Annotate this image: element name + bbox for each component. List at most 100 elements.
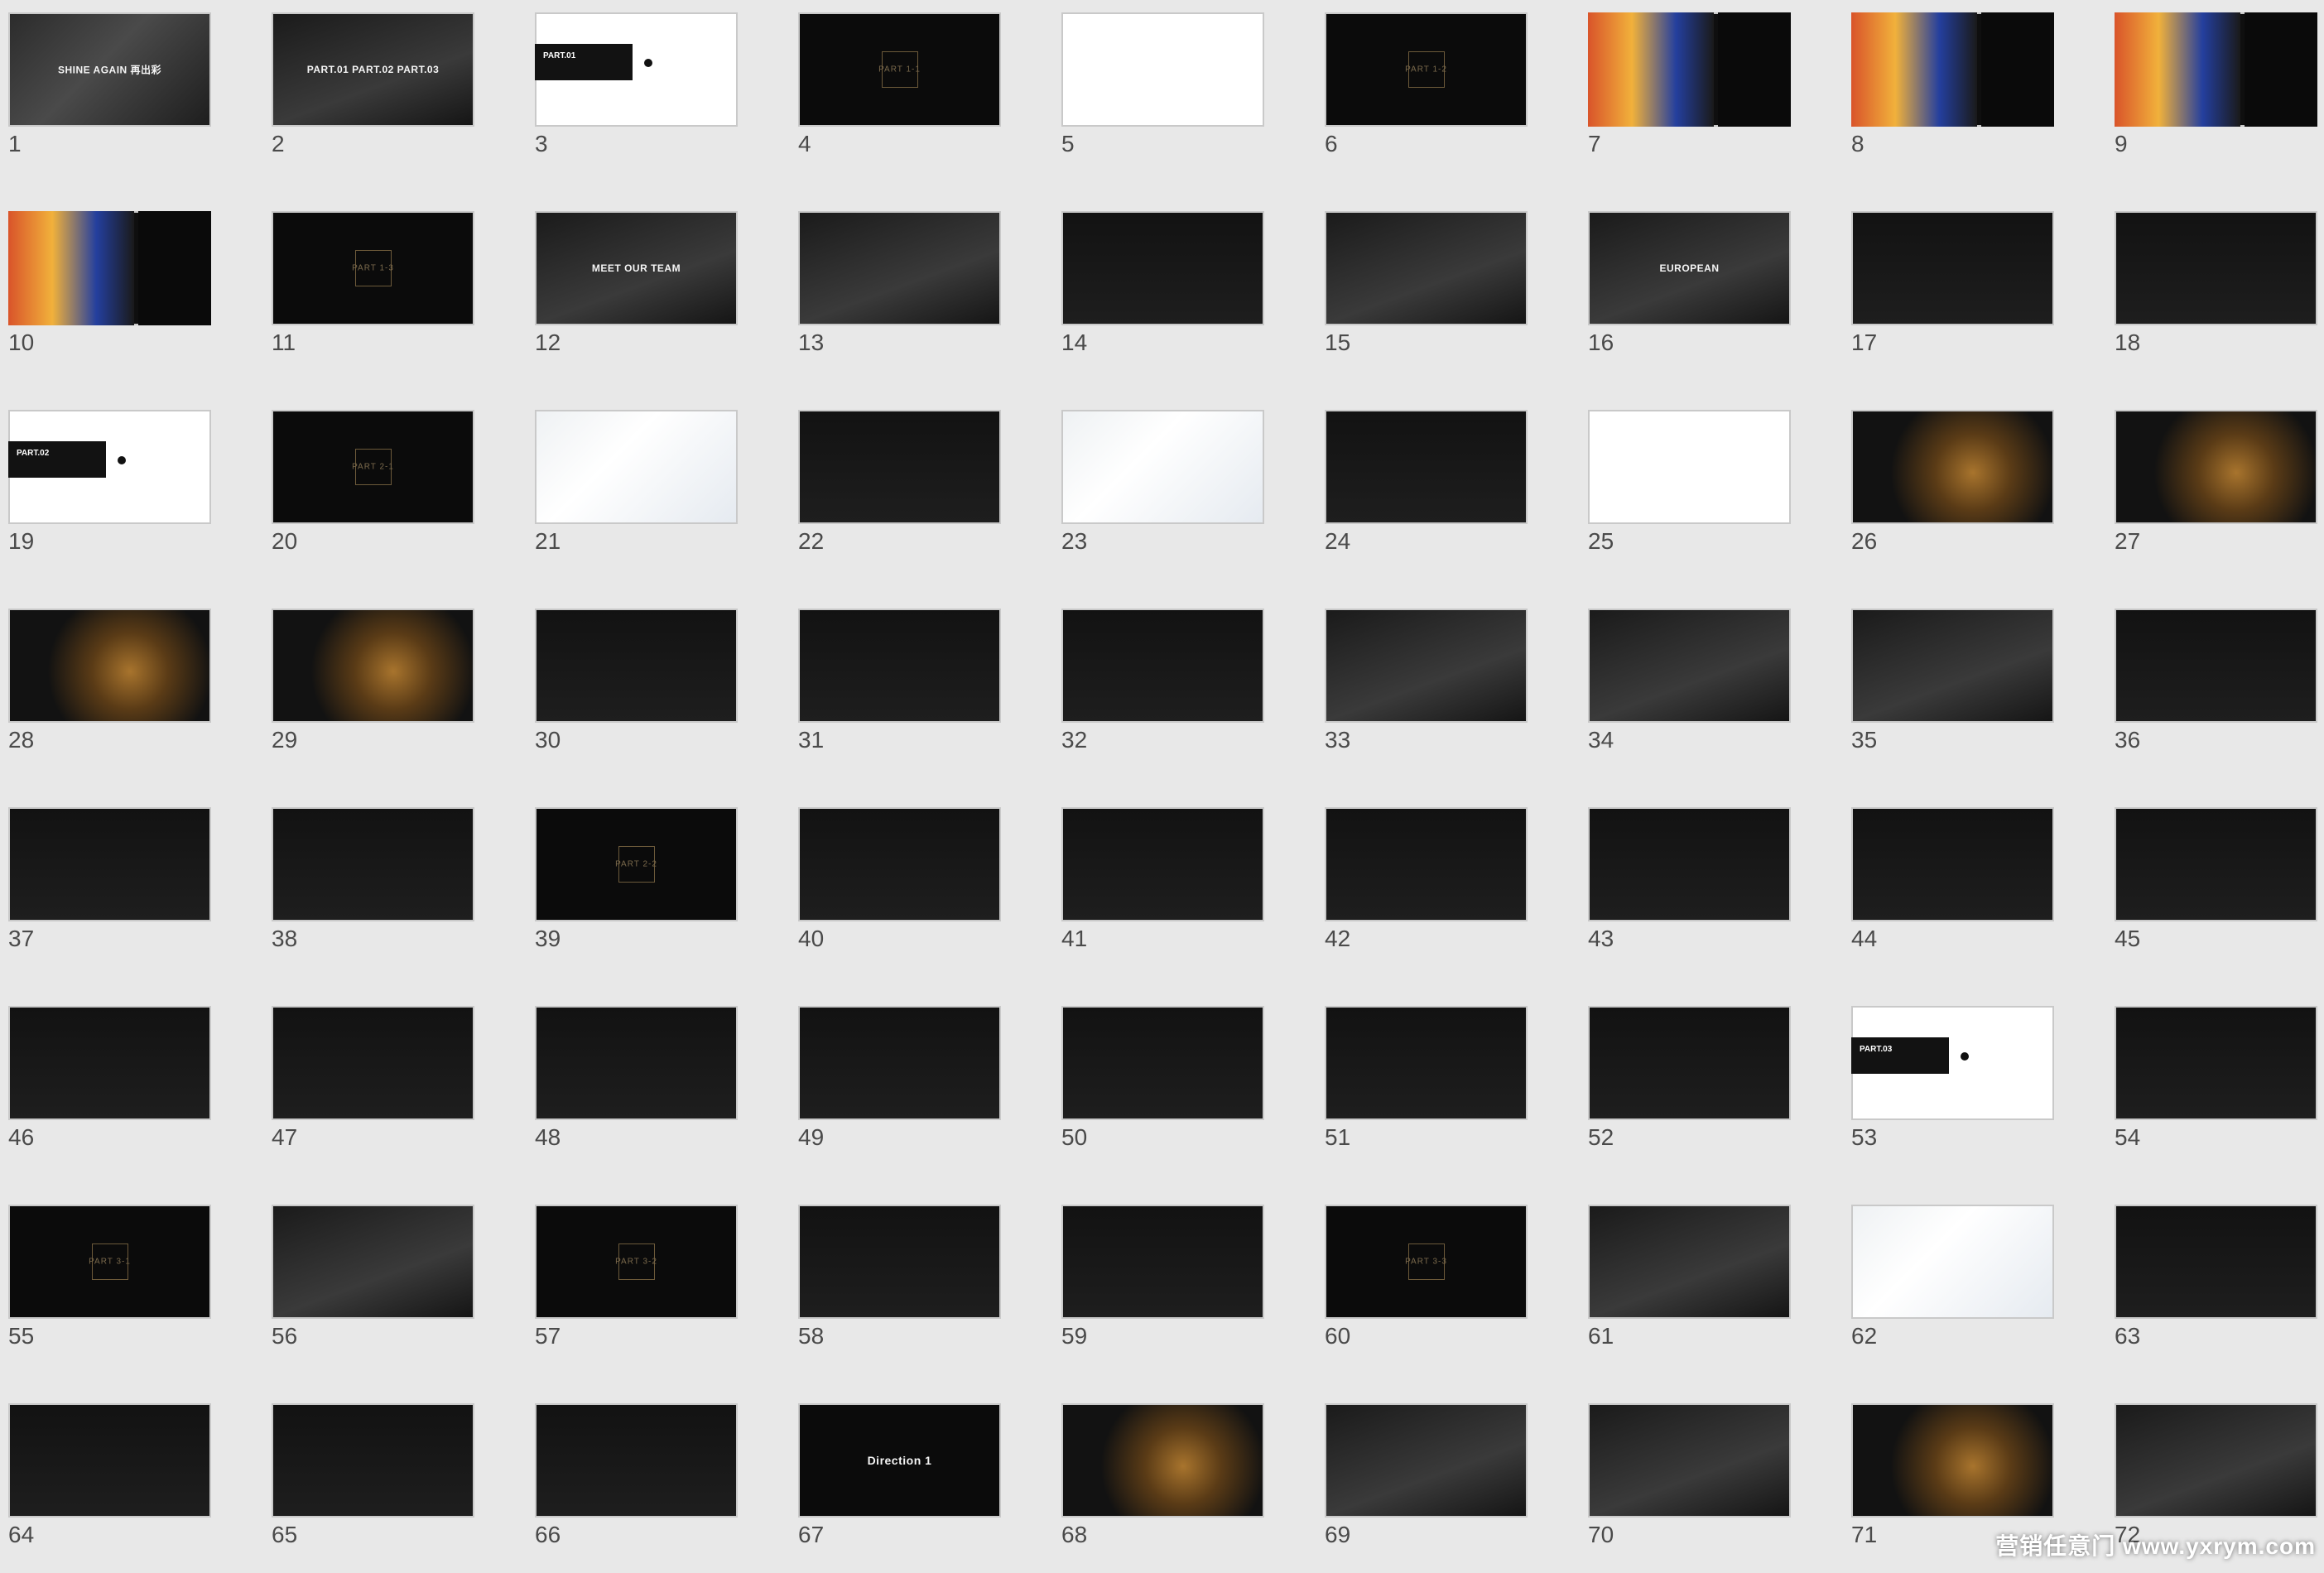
slide-preview[interactable]: PART 1-2 — [1325, 12, 1528, 127]
slide-preview[interactable] — [1061, 1403, 1264, 1518]
slide-preview[interactable] — [272, 1403, 474, 1518]
slide-preview[interactable] — [1588, 1403, 1791, 1518]
slide-thumbnail-50[interactable]: 50 — [1053, 993, 1264, 1176]
slide-preview[interactable]: PART.01 PART.02 PART.03 — [272, 12, 474, 127]
slide-preview[interactable] — [1588, 12, 1791, 127]
slide-preview[interactable] — [2115, 1006, 2317, 1120]
slide-thumbnail-16[interactable]: EUROPEAN 16 — [1580, 199, 1791, 381]
slide-thumbnail-47[interactable]: 47 — [263, 993, 474, 1176]
slide-thumbnail-45[interactable]: 45 — [2106, 795, 2317, 977]
slide-preview[interactable] — [798, 1205, 1001, 1319]
slide-thumbnail-30[interactable]: 30 — [527, 596, 738, 778]
slide-preview[interactable] — [1588, 1006, 1791, 1120]
slide-thumbnail-12[interactable]: MEET OUR TEAM 12 — [527, 199, 738, 381]
slide-thumbnail-8[interactable]: 8 — [1843, 0, 2054, 182]
slide-preview[interactable] — [8, 1403, 211, 1518]
slide-preview[interactable] — [798, 807, 1001, 921]
slide-thumbnail-28[interactable]: 28 — [0, 596, 211, 778]
slide-thumbnail-15[interactable]: 15 — [1316, 199, 1528, 381]
slide-thumbnail-58[interactable]: 58 — [790, 1192, 1001, 1374]
slide-thumbnail-62[interactable]: 62 — [1843, 1192, 2054, 1374]
slide-thumbnail-1[interactable]: SHINE AGAIN 再出彩 1 — [0, 0, 211, 182]
slide-thumbnail-53[interactable]: PART.03 53 — [1843, 993, 2054, 1176]
slide-preview[interactable] — [1851, 807, 2054, 921]
slide-thumbnail-34[interactable]: 34 — [1580, 596, 1791, 778]
slide-thumbnail-66[interactable]: 66 — [527, 1391, 738, 1573]
slide-preview[interactable] — [535, 609, 738, 723]
slide-preview[interactable]: PART 3-2 — [535, 1205, 738, 1319]
slide-preview[interactable] — [1588, 1205, 1791, 1319]
slide-preview[interactable]: PART.01 — [535, 12, 738, 127]
slide-preview[interactable]: PART 3-3 — [1325, 1205, 1528, 1319]
slide-thumbnail-27[interactable]: 27 — [2106, 397, 2317, 580]
slide-thumbnail-11[interactable]: PART 1-3 11 — [263, 199, 474, 381]
slide-thumbnail-67[interactable]: Direction 1 67 — [790, 1391, 1001, 1573]
slide-preview[interactable]: PART 1-1 — [798, 12, 1001, 127]
slide-preview[interactable]: PART 3-1 — [8, 1205, 211, 1319]
slide-thumbnail-19[interactable]: PART.02 19 — [0, 397, 211, 580]
slide-preview[interactable] — [8, 211, 211, 325]
slide-thumbnail-13[interactable]: 13 — [790, 199, 1001, 381]
slide-thumbnail-59[interactable]: 59 — [1053, 1192, 1264, 1374]
slide-preview[interactable]: PART 2-2 — [535, 807, 738, 921]
slide-thumbnail-68[interactable]: 68 — [1053, 1391, 1264, 1573]
slide-thumbnail-2[interactable]: PART.01 PART.02 PART.03 2 — [263, 0, 474, 182]
slide-preview[interactable] — [535, 1006, 738, 1120]
slide-thumbnail-23[interactable]: 23 — [1053, 397, 1264, 580]
slide-preview[interactable]: PART.02 — [8, 410, 211, 524]
slide-thumbnail-49[interactable]: 49 — [790, 993, 1001, 1176]
slide-thumbnail-3[interactable]: PART.01 3 — [527, 0, 738, 182]
slide-preview[interactable] — [2115, 1205, 2317, 1319]
slide-preview[interactable] — [1061, 410, 1264, 524]
slide-thumbnail-55[interactable]: PART 3-1 55 — [0, 1192, 211, 1374]
slide-thumbnail-29[interactable]: 29 — [263, 596, 474, 778]
slide-thumbnail-21[interactable]: 21 — [527, 397, 738, 580]
slide-thumbnail-51[interactable]: 51 — [1316, 993, 1528, 1176]
slide-preview[interactable] — [8, 609, 211, 723]
slide-preview[interactable] — [1588, 609, 1791, 723]
slide-preview[interactable] — [1061, 609, 1264, 723]
slide-thumbnail-41[interactable]: 41 — [1053, 795, 1264, 977]
slide-thumbnail-14[interactable]: 14 — [1053, 199, 1264, 381]
slide-thumbnail-4[interactable]: PART 1-1 4 — [790, 0, 1001, 182]
slide-thumbnail-39[interactable]: PART 2-2 39 — [527, 795, 738, 977]
slide-preview[interactable] — [535, 410, 738, 524]
slide-preview[interactable] — [2115, 1403, 2317, 1518]
slide-thumbnail-7[interactable]: 7 — [1580, 0, 1791, 182]
slide-preview[interactable] — [2115, 12, 2317, 127]
slide-thumbnail-40[interactable]: 40 — [790, 795, 1001, 977]
slide-thumbnail-61[interactable]: 61 — [1580, 1192, 1791, 1374]
slide-preview[interactable] — [1851, 211, 2054, 325]
slide-thumbnail-20[interactable]: PART 2-1 20 — [263, 397, 474, 580]
slide-thumbnail-44[interactable]: 44 — [1843, 795, 2054, 977]
slide-thumbnail-22[interactable]: 22 — [790, 397, 1001, 580]
slide-preview[interactable]: PART 2-1 — [272, 410, 474, 524]
slide-preview[interactable] — [1325, 1403, 1528, 1518]
slide-thumbnail-25[interactable]: 25 — [1580, 397, 1791, 580]
slide-preview[interactable] — [2115, 807, 2317, 921]
slide-thumbnail-6[interactable]: PART 1-2 6 — [1316, 0, 1528, 182]
slide-preview[interactable]: Direction 1 — [798, 1403, 1001, 1518]
slide-thumbnail-18[interactable]: 18 — [2106, 199, 2317, 381]
slide-thumbnail-10[interactable]: 10 — [0, 199, 211, 381]
slide-thumbnail-70[interactable]: 70 — [1580, 1391, 1791, 1573]
slide-preview[interactable] — [1061, 807, 1264, 921]
slide-preview[interactable] — [272, 807, 474, 921]
slide-thumbnail-54[interactable]: 54 — [2106, 993, 2317, 1176]
slide-thumbnail-43[interactable]: 43 — [1580, 795, 1791, 977]
slide-thumbnail-48[interactable]: 48 — [527, 993, 738, 1176]
slide-preview[interactable]: EUROPEAN — [1588, 211, 1791, 325]
slide-preview[interactable] — [535, 1403, 738, 1518]
slide-preview[interactable] — [8, 1006, 211, 1120]
slide-preview[interactable] — [1851, 410, 2054, 524]
slide-preview[interactable] — [798, 211, 1001, 325]
slide-preview[interactable] — [2115, 410, 2317, 524]
slide-preview[interactable] — [1851, 1403, 2054, 1518]
slide-thumbnail-42[interactable]: 42 — [1316, 795, 1528, 977]
slide-preview[interactable] — [272, 1205, 474, 1319]
slide-preview[interactable]: SHINE AGAIN 再出彩 — [8, 12, 211, 127]
slide-preview[interactable] — [272, 609, 474, 723]
slide-preview[interactable] — [1851, 609, 2054, 723]
slide-thumbnail-38[interactable]: 38 — [263, 795, 474, 977]
slide-thumbnail-17[interactable]: 17 — [1843, 199, 2054, 381]
